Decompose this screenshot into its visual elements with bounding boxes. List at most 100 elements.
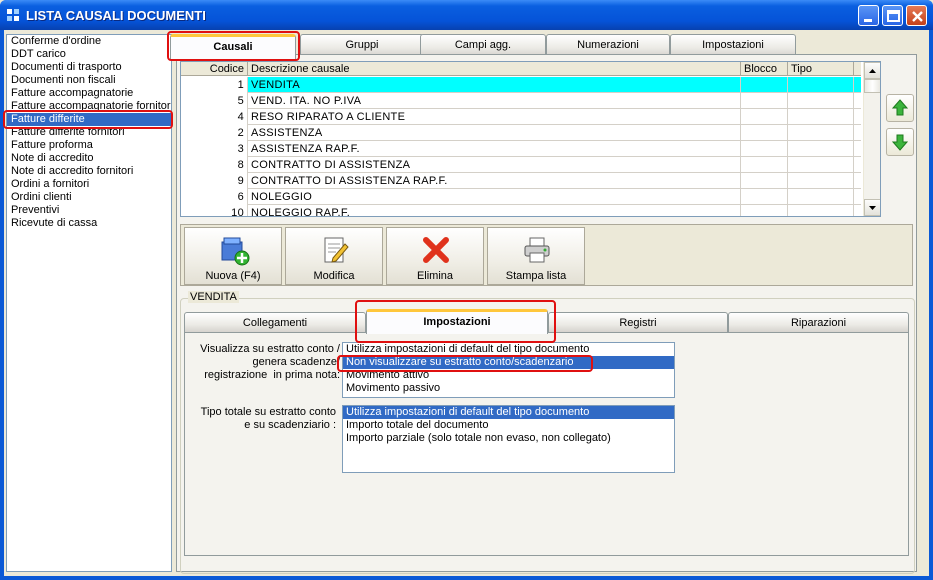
- delete-button[interactable]: Elimina: [386, 227, 484, 285]
- group-title: VENDITA: [188, 291, 239, 303]
- table-cell: CONTRATTO DI ASSISTENZA RAP.F.: [248, 173, 741, 189]
- table-cell: 5: [181, 93, 248, 109]
- statement-option[interactable]: Movimento attivo: [343, 369, 674, 382]
- table-row[interactable]: 2 ASSISTENZA: [181, 125, 861, 141]
- document-type-item[interactable]: Documenti non fiscali: [7, 74, 171, 87]
- document-type-item[interactable]: Ordini clienti: [7, 191, 171, 204]
- table-cell: [741, 125, 788, 141]
- table-row[interactable]: 9 CONTRATTO DI ASSISTENZA RAP.F.: [181, 173, 861, 189]
- document-type-item[interactable]: Fatture proforma: [7, 139, 171, 152]
- tab-gruppi[interactable]: Gruppi: [300, 34, 424, 56]
- maximize-button[interactable]: [882, 5, 903, 26]
- grid-scrollbar[interactable]: [863, 62, 880, 216]
- table-cell: VENDITA: [248, 77, 741, 93]
- statement-setting-label: Visualizza su estratto conto / genera sc…: [200, 343, 340, 381]
- scroll-down-button[interactable]: [864, 199, 880, 216]
- tab-causali[interactable]: Causali: [170, 34, 296, 59]
- table-cell: [741, 141, 788, 157]
- table-cell: CONTRATTO DI ASSISTENZA: [248, 157, 741, 173]
- move-down-button[interactable]: [886, 128, 914, 156]
- tab-campi-agg[interactable]: Campi agg.: [420, 34, 546, 56]
- edit-button-label: Modifica: [313, 270, 355, 282]
- total-type-option[interactable]: Importo parziale (solo totale non evaso,…: [343, 432, 674, 445]
- table-row[interactable]: 4 RESO RIPARATO A CLIENTE: [181, 109, 861, 125]
- statement-option[interactable]: Non visualizzare su estratto conto/scade…: [343, 356, 674, 369]
- print-list-button[interactable]: Stampa lista: [487, 227, 585, 285]
- table-cell: [741, 173, 788, 189]
- table-cell: [788, 189, 854, 205]
- table-cell: [741, 157, 788, 173]
- table-row[interactable]: 5 VEND. ITA. NO P.IVA: [181, 93, 861, 109]
- total-type-option[interactable]: Importo totale del documento: [343, 419, 674, 432]
- causali-grid[interactable]: Codice Descrizione causale Blocco Tipo 1 VEN…: [180, 61, 881, 217]
- app-icon: [7, 9, 19, 21]
- print-list-button-label: Stampa lista: [505, 270, 567, 282]
- detail-tab-registri[interactable]: Registri: [548, 312, 728, 332]
- document-type-item[interactable]: Ordini a fornitori: [7, 178, 171, 191]
- statement-option[interactable]: Utilizza impostazioni di default del tip…: [343, 343, 674, 356]
- scroll-thumb[interactable]: [864, 79, 880, 93]
- detail-tab-collegamenti[interactable]: Collegamenti: [184, 312, 366, 332]
- tab-impostazioni[interactable]: Impostazioni: [670, 34, 796, 56]
- table-cell: [788, 109, 854, 125]
- new-button[interactable]: Nuova (F4): [184, 227, 282, 285]
- document-type-item[interactable]: DDT carico: [7, 48, 171, 61]
- green-down-arrow-icon: [891, 134, 909, 151]
- table-cell: [741, 93, 788, 109]
- scroll-up-button[interactable]: [864, 62, 880, 79]
- table-row[interactable]: 3 ASSISTENZA RAP.F.: [181, 141, 861, 157]
- detail-tab-riparazioni[interactable]: Riparazioni: [728, 312, 909, 332]
- document-type-list[interactable]: Conferme d'ordine DDT carico Documenti di …: [6, 34, 172, 572]
- move-up-button[interactable]: [886, 94, 914, 122]
- title-bar[interactable]: LISTA CAUSALI DOCUMENTI: [0, 0, 933, 30]
- document-type-item[interactable]: Fatture differite: [7, 113, 171, 126]
- document-type-item[interactable]: Fatture accompagnatorie fornitori: [7, 100, 171, 113]
- tab-numerazioni[interactable]: Numerazioni: [546, 34, 670, 56]
- grid-column-header[interactable]: Tipo: [788, 62, 854, 76]
- table-cell: 3: [181, 141, 248, 157]
- document-type-item[interactable]: Note di accredito fornitori: [7, 165, 171, 178]
- minimize-button[interactable]: [858, 5, 879, 26]
- document-type-item[interactable]: Documenti di trasporto: [7, 61, 171, 74]
- new-document-icon: [221, 237, 250, 266]
- document-type-item[interactable]: Fatture accompagnatorie: [7, 87, 171, 100]
- delete-button-label: Elimina: [416, 270, 454, 282]
- detail-tab-impostazioni[interactable]: Impostazioni: [366, 309, 548, 334]
- edit-document-icon: [324, 237, 349, 263]
- total-type-listbox[interactable]: Utilizza impostazioni di default del tip…: [342, 405, 675, 473]
- document-type-item[interactable]: Preventivi: [7, 204, 171, 217]
- document-type-item[interactable]: Conferme d'ordine: [7, 35, 171, 48]
- table-row[interactable]: 10 NOLEGGIO RAP.F.: [181, 205, 861, 216]
- table-cell: 1: [181, 77, 248, 93]
- close-button[interactable]: [906, 5, 927, 26]
- grid-column-header[interactable]: Descrizione causale: [248, 62, 741, 76]
- table-cell: [788, 141, 854, 157]
- green-up-arrow-icon: [891, 99, 909, 116]
- table-cell: 10: [181, 205, 248, 216]
- arrow-up-icon: [869, 69, 876, 73]
- grid-column-header[interactable]: Blocco: [741, 62, 788, 76]
- document-type-item[interactable]: Ricevute di cassa: [7, 217, 171, 230]
- document-type-item[interactable]: Note di accredito: [7, 152, 171, 165]
- table-cell: [788, 173, 854, 189]
- total-type-option[interactable]: Utilizza impostazioni di default del tip…: [343, 406, 674, 419]
- grid-header: Codice Descrizione causale Blocco Tipo: [181, 62, 861, 76]
- table-cell: 2: [181, 125, 248, 141]
- table-cell: ASSISTENZA RAP.F.: [248, 141, 741, 157]
- table-cell: NOLEGGIO RAP.F.: [248, 205, 741, 216]
- edit-button[interactable]: Modifica: [285, 227, 383, 285]
- table-row[interactable]: 6 NOLEGGIO: [181, 189, 861, 205]
- table-row[interactable]: 1 VENDITA: [181, 77, 861, 93]
- window-title: LISTA CAUSALI DOCUMENTI: [26, 8, 206, 23]
- document-type-item[interactable]: Fatture differite fornitori: [7, 126, 171, 139]
- table-row[interactable]: 8 CONTRATTO DI ASSISTENZA: [181, 157, 861, 173]
- table-cell: [741, 77, 788, 93]
- maximize-icon: [887, 10, 900, 22]
- statement-option[interactable]: Movimento passivo: [343, 382, 674, 395]
- table-cell: [741, 205, 788, 216]
- grid-column-header[interactable]: Codice: [181, 62, 248, 76]
- printer-icon: [524, 237, 550, 263]
- table-cell: [788, 157, 854, 173]
- app-window: LISTA CAUSALI DOCUMENTI Conferme d'ordin…: [0, 0, 933, 580]
- statement-setting-listbox[interactable]: Utilizza impostazioni di default del tip…: [342, 342, 675, 398]
